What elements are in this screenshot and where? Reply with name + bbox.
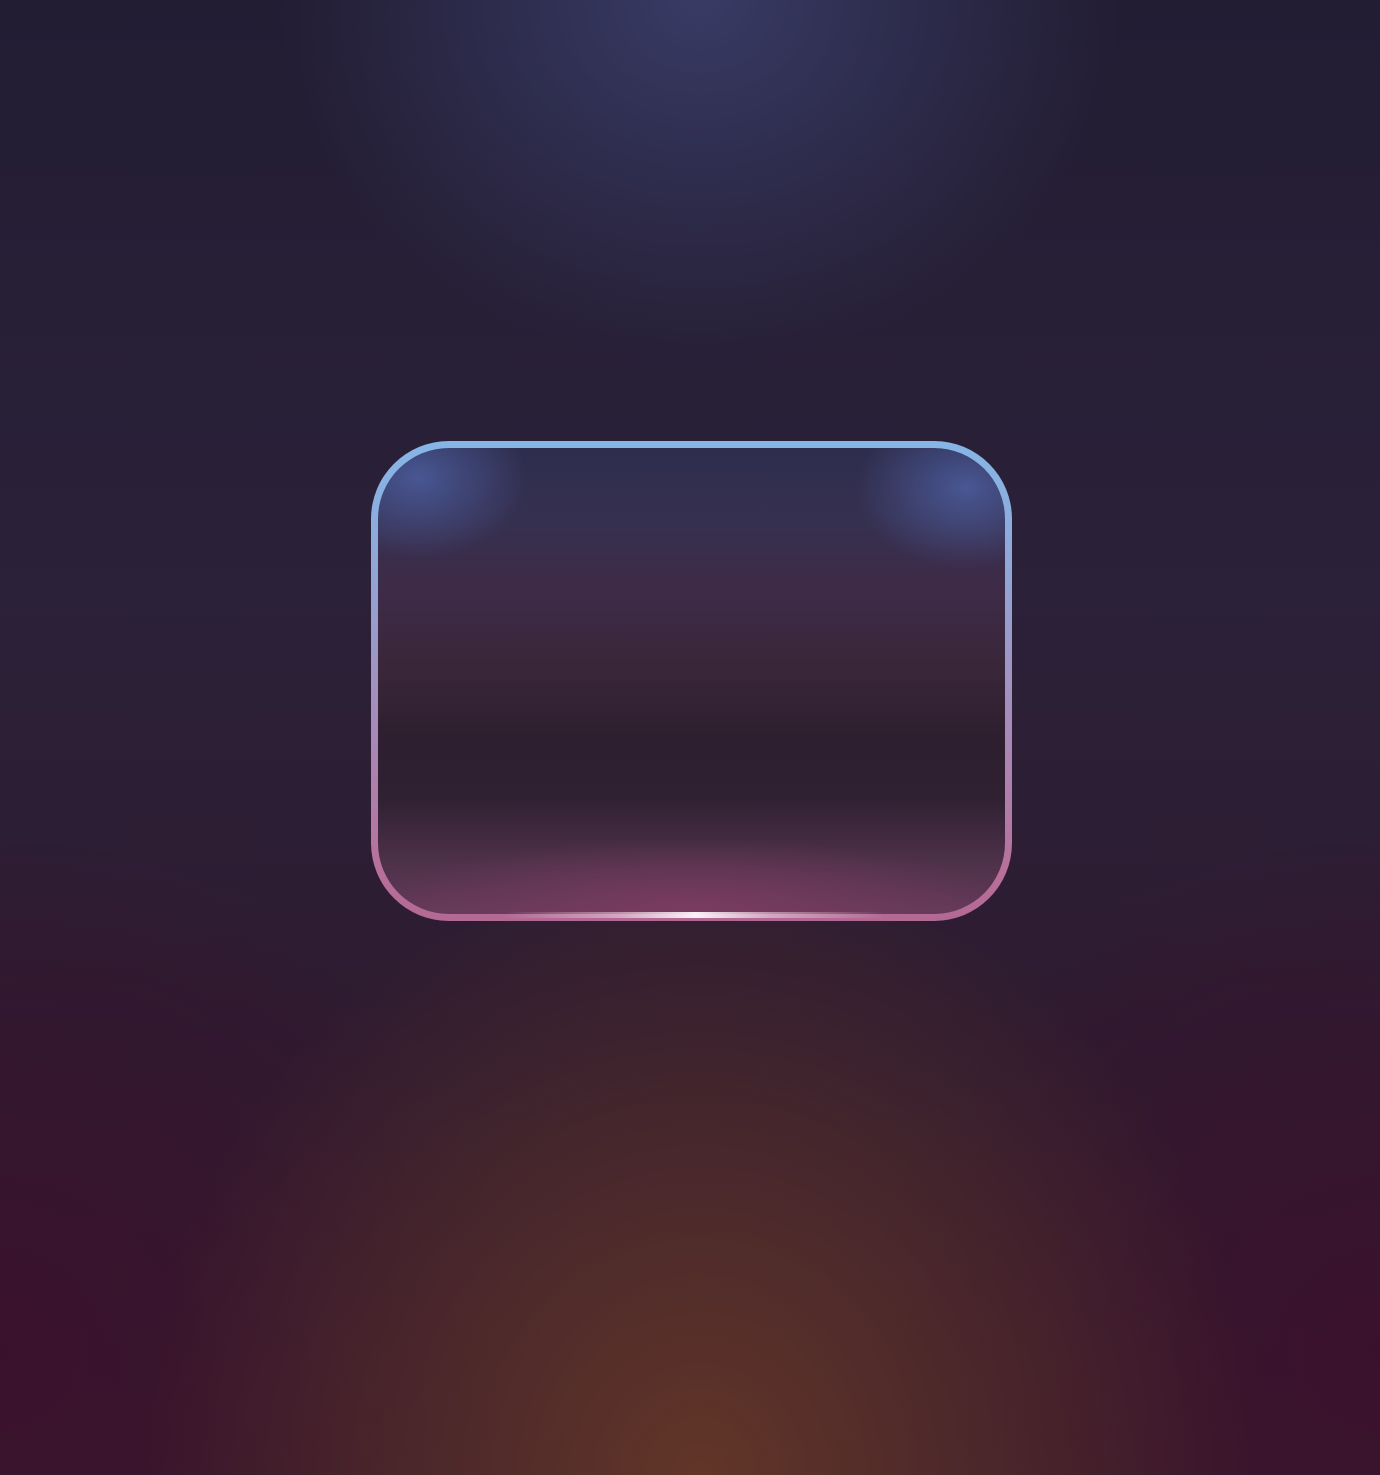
background-canvas bbox=[0, 0, 1380, 1475]
glass-card bbox=[378, 448, 1005, 914]
glass-card-border bbox=[371, 441, 1012, 921]
bottom-edge-highlight bbox=[505, 912, 885, 918]
